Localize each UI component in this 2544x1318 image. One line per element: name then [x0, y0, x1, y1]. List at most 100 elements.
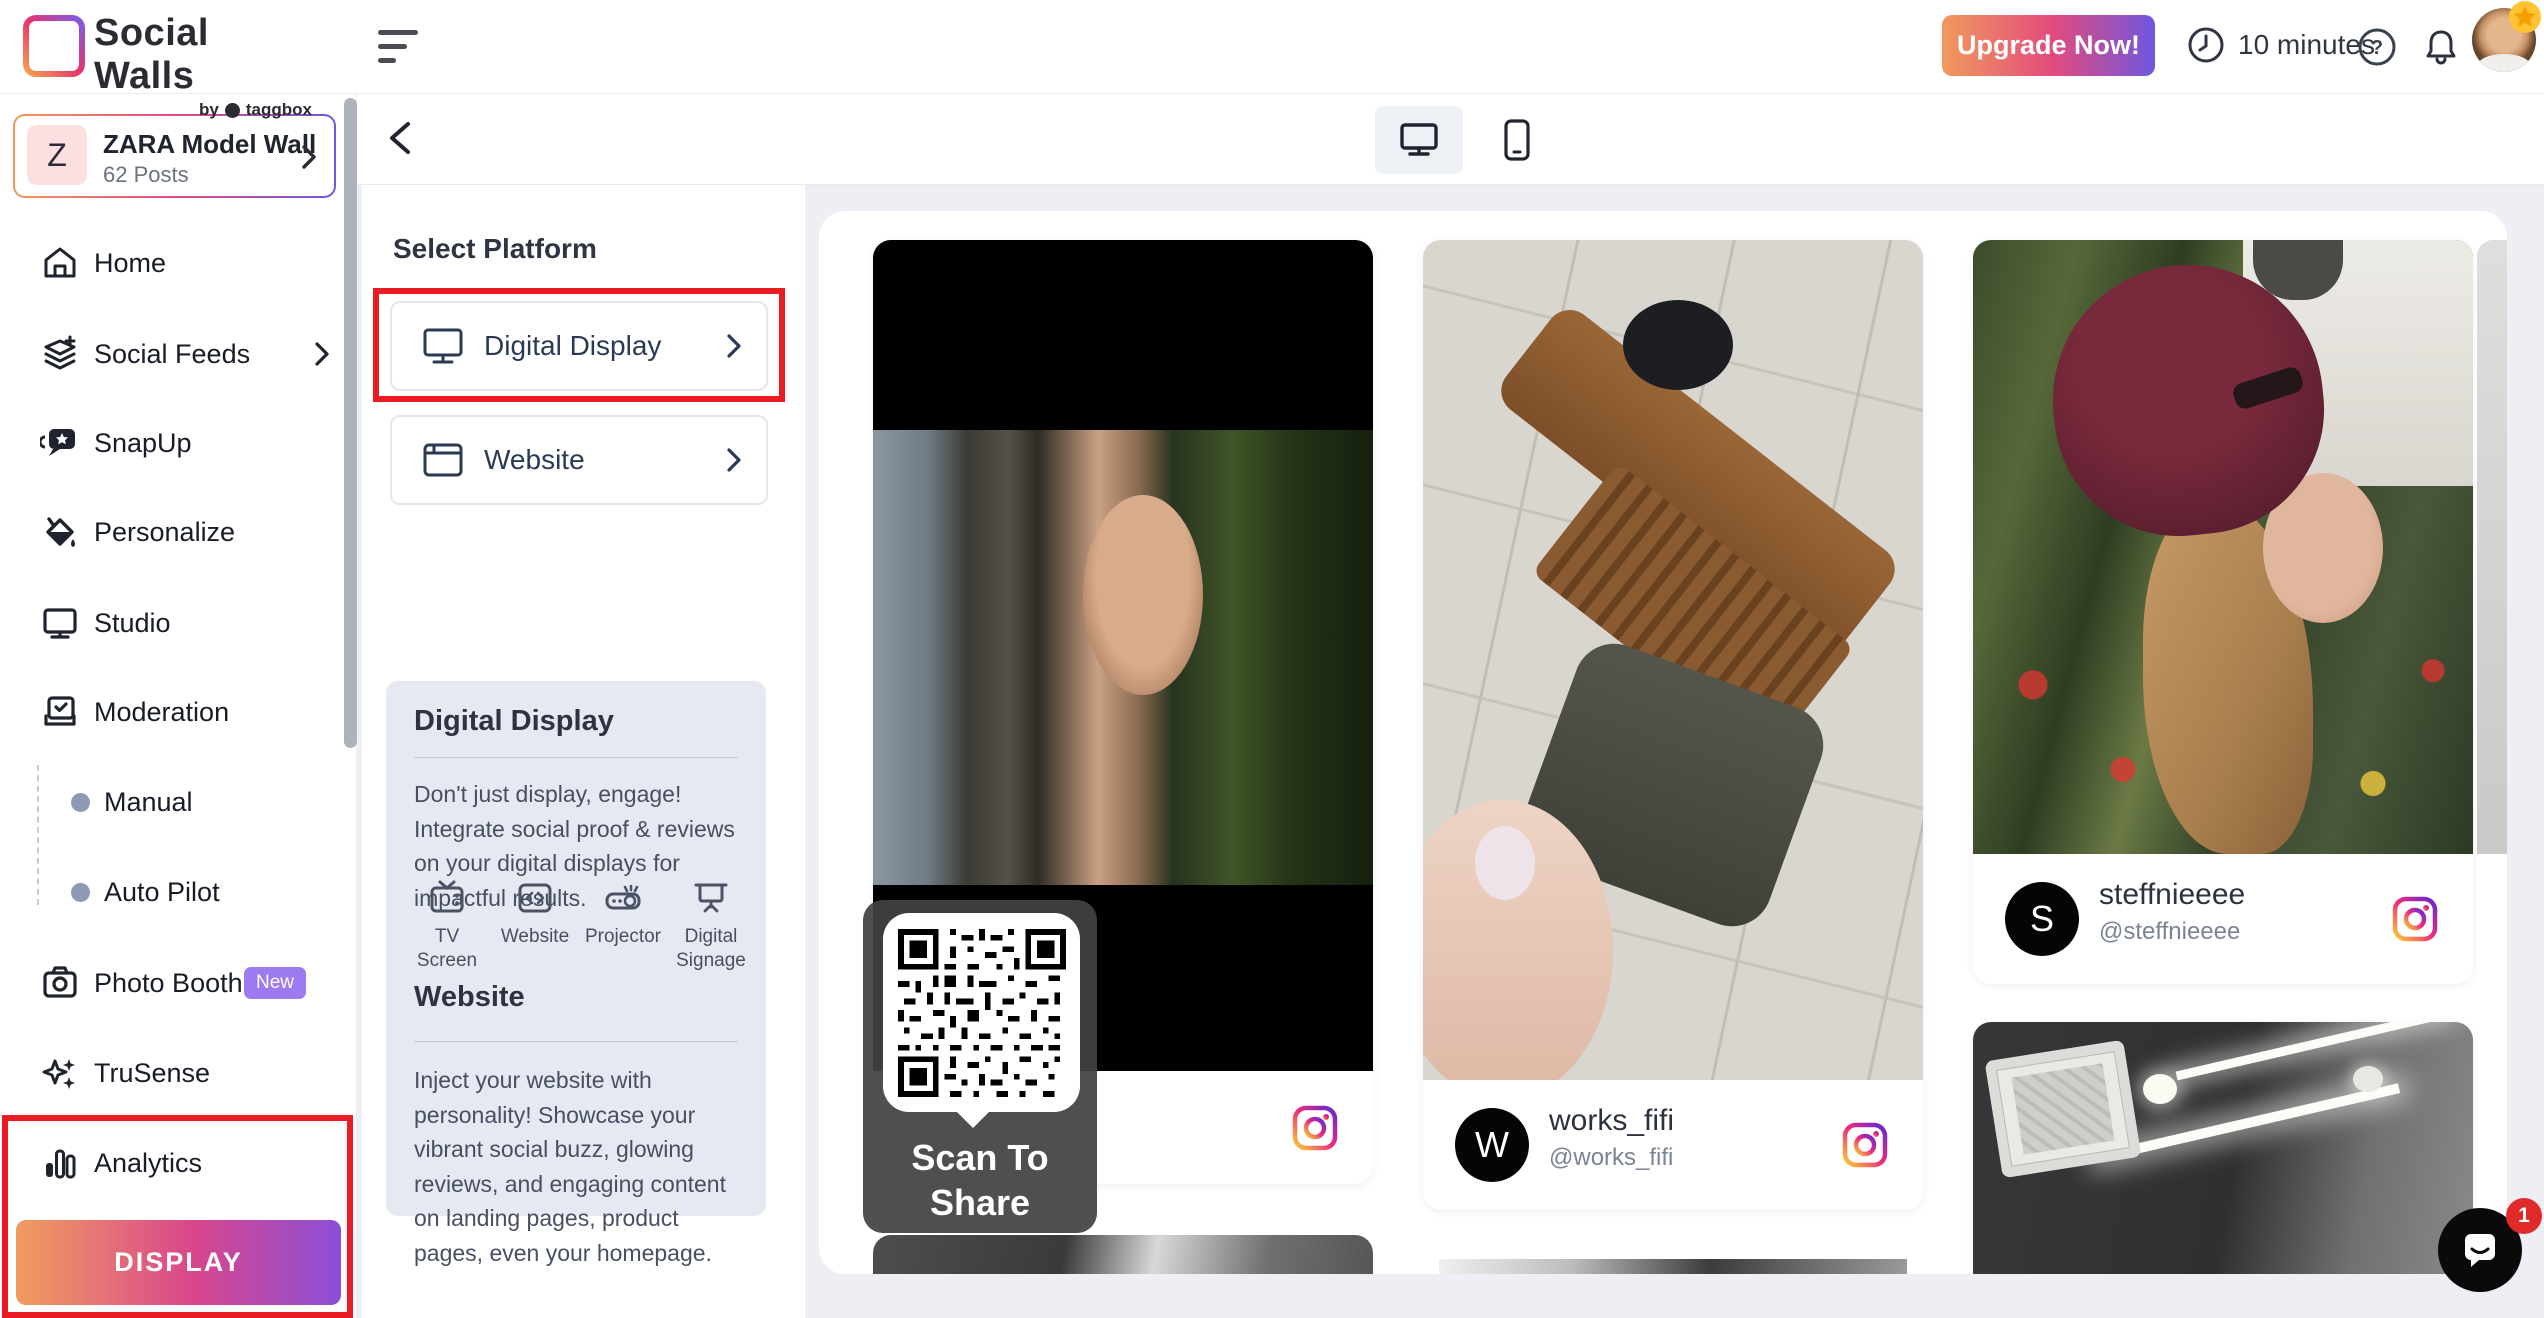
sidebar: Z ZARA Model Wall 62 Posts Home Social F… [0, 94, 357, 1318]
chevron-right-icon [298, 142, 320, 172]
social-walls-app: Social Walls by taggbox Upgrade Now! 10 … [0, 0, 2544, 1318]
back-arrow-icon[interactable] [382, 118, 422, 158]
sidebar-item-snapup[interactable]: SnapUp [0, 398, 356, 488]
sparkles-icon [40, 1053, 80, 1093]
byline-prefix: by [199, 100, 219, 120]
chat-unread-badge: 1 [2506, 1198, 2542, 1234]
post-footer: S steffnieeee @steffnieeee [1973, 854, 2473, 984]
post-image [1973, 240, 2473, 854]
svg-text:?: ? [2371, 37, 2383, 59]
bullet-icon [71, 793, 90, 812]
sidebar-item-label: Auto Pilot [104, 877, 220, 908]
qr-code [883, 913, 1080, 1112]
sidebar-item-label: Social Feeds [94, 339, 250, 370]
instagram-icon[interactable] [1841, 1121, 1889, 1169]
qr-pointer [955, 1110, 991, 1128]
instagram-icon[interactable] [2391, 895, 2439, 943]
user-avatar[interactable] [2472, 8, 2536, 72]
post-card-partial[interactable] [1423, 1245, 1923, 1274]
byline-brand: taggbox [246, 100, 312, 120]
post-card-steffnieeee[interactable]: S steffnieeee @steffnieeee [1973, 240, 2473, 984]
post-card-works-fifi[interactable]: W works_fifi @works_fifi [1423, 240, 1923, 1210]
brand-byline: by taggbox [94, 100, 312, 120]
wall-avatar: Z [27, 125, 87, 185]
sidebar-item-trusense[interactable]: TruSense [0, 1028, 356, 1118]
instagram-icon[interactable] [1291, 1104, 1339, 1152]
projector-icon [604, 879, 642, 917]
wall-posts-count: 62 Posts [103, 162, 189, 188]
help-icon[interactable]: ? [2356, 26, 2398, 68]
sidebar-item-label: SnapUp [94, 428, 192, 459]
sidebar-item-label: Manual [104, 787, 193, 818]
star-badge-icon [2508, 0, 2542, 34]
chat-bubble-icon [2459, 1229, 2501, 1271]
sidebar-item-personalize[interactable]: Personalize [0, 487, 356, 577]
sidebar-item-label: Photo Booth [94, 968, 243, 999]
info-digital-display-title: Digital Display [414, 705, 614, 738]
post-user-handle: @works_fifi [1549, 1144, 1673, 1172]
top-bar: Social Walls by taggbox Upgrade Now! 10 … [0, 0, 2544, 94]
channel-label: Digital Signage [668, 925, 754, 973]
post-footer: W works_fifi @works_fifi [1423, 1080, 1923, 1210]
sidebar-item-social-feeds[interactable]: Social Feeds [0, 309, 356, 399]
post-user-avatar: W [1455, 1108, 1529, 1182]
sidebar-item-label: Analytics [94, 1148, 202, 1179]
sidebar-item-photo-booth[interactable]: Photo Booth New [0, 938, 356, 1028]
channel-label: TV Screen [404, 925, 490, 973]
channel-website: Website [492, 879, 578, 973]
select-platform-title: Select Platform [393, 233, 597, 265]
code-window-icon [516, 879, 554, 917]
channel-label: Projector [585, 925, 661, 949]
hamburger-menu-icon[interactable] [378, 30, 422, 68]
platform-option-label: Website [484, 444, 585, 476]
chevron-right-icon [724, 445, 744, 475]
signage-icon [692, 879, 730, 917]
sidebar-item-label: TruSense [94, 1058, 210, 1089]
platform-option-digital-display[interactable]: Digital Display [390, 301, 768, 391]
browser-window-icon [420, 437, 466, 483]
clock-icon [2186, 25, 2226, 65]
platform-option-website[interactable]: Website [390, 415, 768, 505]
sidebar-item-auto-pilot[interactable]: Auto Pilot [0, 847, 356, 937]
wall-selector-card[interactable]: Z ZARA Model Wall 62 Posts [13, 114, 336, 198]
bullet-icon [71, 883, 90, 902]
sidebar-item-manual[interactable]: Manual [0, 757, 356, 847]
channel-projector: Projector [580, 879, 666, 973]
post-image [1423, 240, 1923, 1080]
tv-icon [428, 879, 466, 917]
social-walls-logo-icon [22, 14, 86, 78]
platform-info-box: Digital Display Don't just display, enga… [386, 681, 766, 1216]
sidebar-item-studio[interactable]: Studio [0, 578, 356, 668]
brand-name: Social Walls [94, 12, 312, 98]
post-card-partial[interactable] [873, 1235, 1373, 1274]
platform-option-label: Digital Display [484, 330, 661, 362]
notifications-bell-icon[interactable] [2420, 26, 2462, 68]
channel-list: TV Screen Website Projector [404, 879, 754, 973]
layers-plus-icon [40, 334, 80, 374]
sidebar-item-label: Moderation [94, 697, 229, 728]
device-toggle-group [1375, 106, 1549, 174]
scan-to-share-widget: Scan To Share [863, 900, 1097, 1233]
post-card-partial-edge [2477, 240, 2507, 984]
sidebar-item-moderation[interactable]: Moderation [0, 667, 356, 757]
post-user-name: steffnieeee [2099, 878, 2245, 912]
info-website-title: Website [414, 981, 525, 1014]
divider [414, 1041, 738, 1042]
monitor-icon [40, 603, 80, 643]
platform-panel: Select Platform Digital Display Website … [362, 185, 805, 1318]
sidebar-item-label: Studio [94, 608, 171, 639]
display-button[interactable]: DISPLAY [16, 1220, 341, 1305]
channel-tv-screen: TV Screen [404, 879, 490, 973]
wall-name: ZARA Model Wall [103, 129, 316, 160]
moderation-tray-icon [40, 692, 80, 732]
post-user-handle: @steffnieeee [2099, 918, 2240, 946]
desktop-preview-toggle[interactable] [1375, 106, 1463, 174]
new-badge: New [244, 967, 306, 999]
info-website-text: Inject your website with personality! Sh… [414, 1063, 744, 1270]
post-card-ceiling[interactable] [1973, 1022, 2473, 1274]
mobile-preview-toggle[interactable] [1485, 106, 1549, 174]
sidebar-item-home[interactable]: Home [0, 218, 356, 308]
sidebar-item-analytics[interactable]: Analytics [0, 1118, 356, 1208]
sidebar-item-label: Home [94, 248, 166, 279]
upgrade-now-button[interactable]: Upgrade Now! [1942, 15, 2155, 76]
